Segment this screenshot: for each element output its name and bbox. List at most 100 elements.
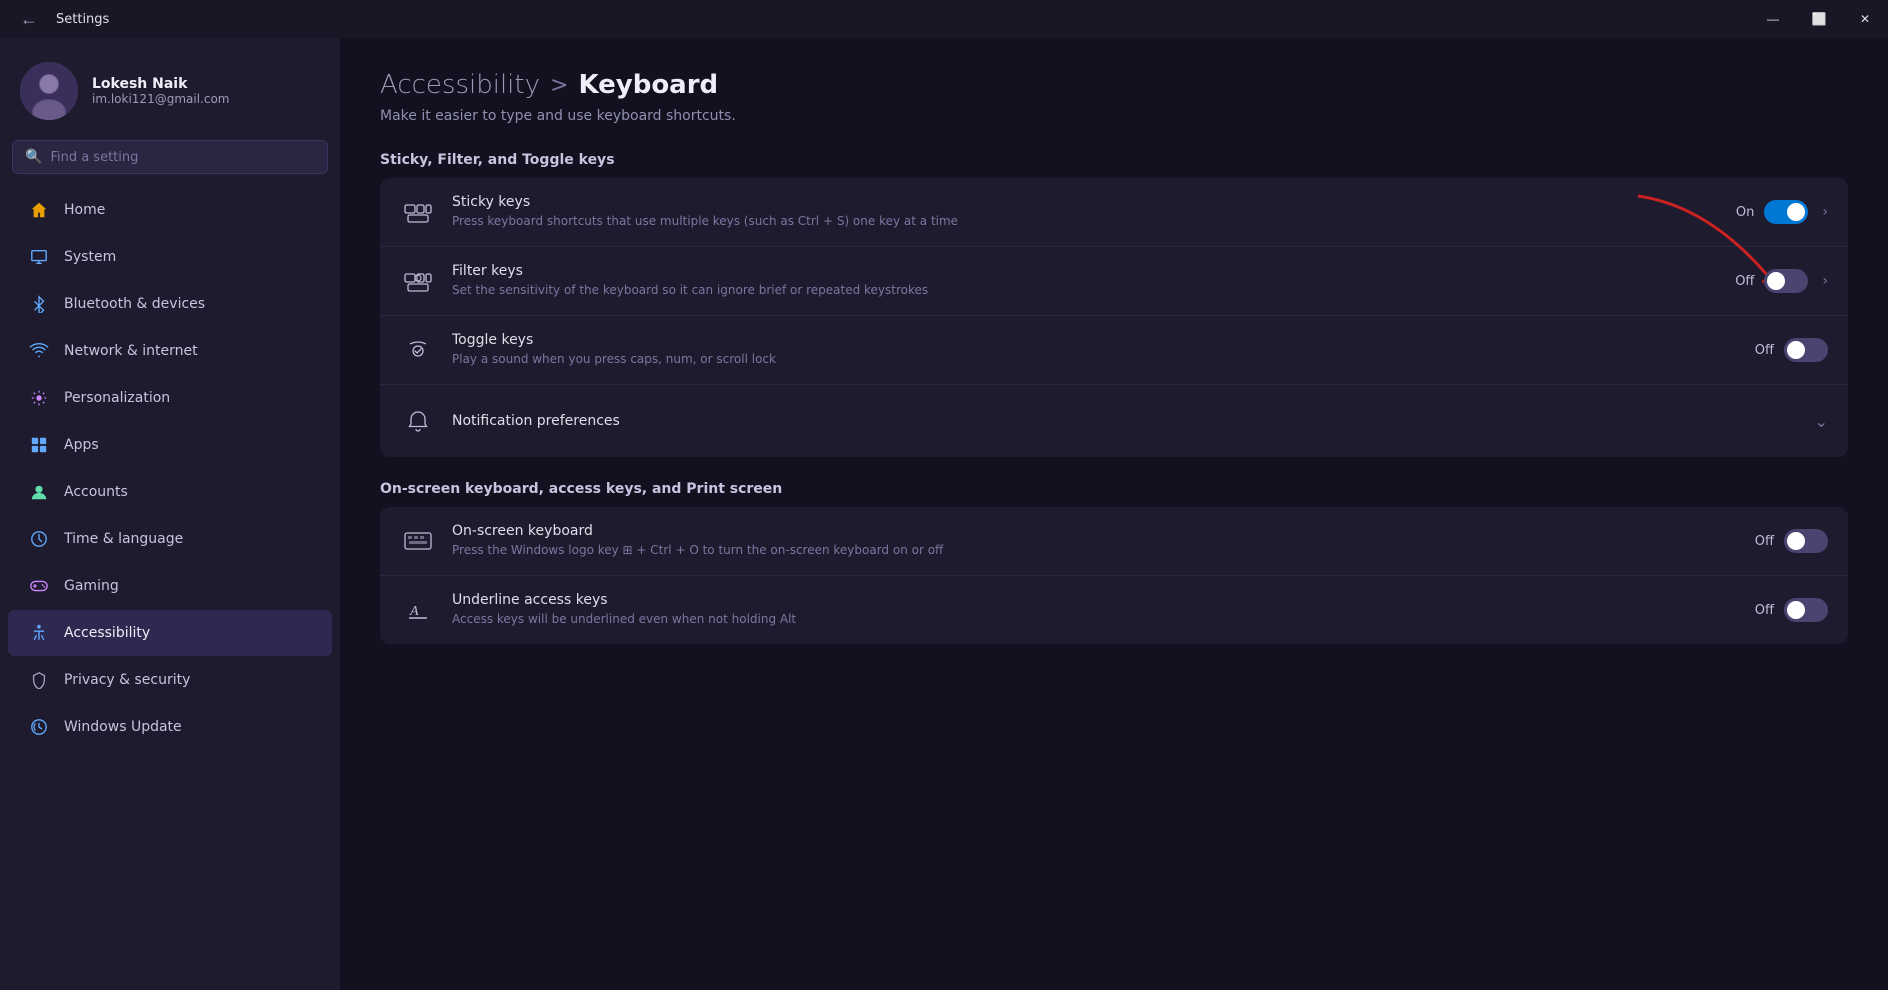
sidebar-item-accounts-label: Accounts xyxy=(64,484,128,500)
sidebar-item-home[interactable]: Home xyxy=(8,187,332,233)
on-screen-keyboard-toggle-knob xyxy=(1787,532,1805,550)
privacy-icon xyxy=(28,669,50,691)
sidebar-item-time-label: Time & language xyxy=(64,531,183,547)
sidebar-item-apps-label: Apps xyxy=(64,437,99,453)
section2-title: On-screen keyboard, access keys, and Pri… xyxy=(380,481,1848,497)
sidebar-item-accessibility[interactable]: Accessibility xyxy=(8,610,332,656)
sticky-filter-toggle-group: Sticky keys Press keyboard shortcuts tha… xyxy=(380,178,1848,457)
personalization-icon xyxy=(28,387,50,409)
user-email: im.loki121@gmail.com xyxy=(92,92,229,106)
svg-text:A: A xyxy=(409,604,419,619)
user-name: Lokesh Naik xyxy=(92,76,229,92)
sticky-keys-control: On › xyxy=(1736,200,1828,224)
search-box[interactable]: 🔍 xyxy=(12,140,328,174)
on-screen-keyboard-text: On-screen keyboard Press the Windows log… xyxy=(452,523,1739,559)
titlebar-controls: — ⬜ ✕ xyxy=(1750,0,1888,38)
maximize-button[interactable]: ⬜ xyxy=(1796,0,1842,38)
underline-access-keys-row[interactable]: A Underline access keys Access keys will… xyxy=(380,576,1848,644)
accessibility-icon xyxy=(28,622,50,644)
system-icon xyxy=(28,246,50,268)
sidebar-item-apps[interactable]: Apps xyxy=(8,422,332,468)
sticky-keys-toggle[interactable] xyxy=(1764,200,1808,224)
sidebar-item-time[interactable]: Time & language xyxy=(8,516,332,562)
breadcrumb-parent[interactable]: Accessibility xyxy=(380,70,540,100)
user-profile[interactable]: Lokesh Naik im.loki121@gmail.com xyxy=(0,38,340,140)
sidebar-item-system[interactable]: System xyxy=(8,234,332,280)
toggle-keys-status: Off xyxy=(1755,343,1774,358)
filter-keys-status: Off xyxy=(1735,274,1754,289)
toggle-keys-row[interactable]: Toggle keys Play a sound when you press … xyxy=(380,316,1848,385)
sticky-keys-row[interactable]: Sticky keys Press keyboard shortcuts tha… xyxy=(380,178,1848,247)
underline-access-keys-desc: Access keys will be underlined even when… xyxy=(452,611,1739,628)
sidebar: Lokesh Naik im.loki121@gmail.com 🔍 Home xyxy=(0,38,340,990)
time-icon xyxy=(28,528,50,550)
sidebar-item-accessibility-label: Accessibility xyxy=(64,625,150,641)
page-subtitle: Make it easier to type and use keyboard … xyxy=(380,108,1848,124)
on-screen-keyboard-row[interactable]: On-screen keyboard Press the Windows log… xyxy=(380,507,1848,576)
sidebar-item-gaming[interactable]: Gaming xyxy=(8,563,332,609)
sidebar-item-accounts[interactable]: Accounts xyxy=(8,469,332,515)
on-screen-keyboard-name: On-screen keyboard xyxy=(452,523,1739,539)
underline-access-keys-icon: A xyxy=(400,592,436,628)
on-screen-keyboard-toggle[interactable] xyxy=(1784,529,1828,553)
sticky-keys-text: Sticky keys Press keyboard shortcuts tha… xyxy=(452,194,1720,230)
on-screen-keyboard-status: Off xyxy=(1755,534,1774,549)
filter-keys-desc: Set the sensitivity of the keyboard so i… xyxy=(452,282,1719,299)
sticky-keys-toggle-knob xyxy=(1787,203,1805,221)
filter-keys-toggle-knob xyxy=(1767,272,1785,290)
on-screen-keyboard-group: On-screen keyboard Press the Windows log… xyxy=(380,507,1848,644)
underline-access-keys-status: Off xyxy=(1755,603,1774,618)
sidebar-item-bluetooth[interactable]: Bluetooth & devices xyxy=(8,281,332,327)
back-button[interactable]: ← xyxy=(12,5,46,34)
app-body: Lokesh Naik im.loki121@gmail.com 🔍 Home xyxy=(0,38,1888,990)
sidebar-nav: Home System xyxy=(0,186,340,751)
toggle-keys-name: Toggle keys xyxy=(452,332,1739,348)
sidebar-item-network[interactable]: Network & internet xyxy=(8,328,332,374)
notification-prefs-row[interactable]: Notification preferences ⌄ xyxy=(380,385,1848,457)
breadcrumb: Accessibility > Keyboard xyxy=(380,70,1848,100)
notification-prefs-label: Notification preferences xyxy=(452,413,1799,429)
underline-access-keys-toggle[interactable] xyxy=(1784,598,1828,622)
filter-keys-text: Filter keys Set the sensitivity of the k… xyxy=(452,263,1719,299)
filter-keys-chevron: › xyxy=(1822,273,1828,289)
underline-access-keys-name: Underline access keys xyxy=(452,592,1739,608)
bluetooth-icon xyxy=(28,293,50,315)
search-input[interactable] xyxy=(50,150,315,165)
titlebar: ← Settings — ⬜ ✕ xyxy=(0,0,1888,38)
filter-keys-toggle[interactable] xyxy=(1764,269,1808,293)
toggle-keys-desc: Play a sound when you press caps, num, o… xyxy=(452,351,1739,368)
sticky-keys-status: On xyxy=(1736,205,1754,220)
sticky-keys-icon xyxy=(400,194,436,230)
network-icon xyxy=(28,340,50,362)
user-info: Lokesh Naik im.loki121@gmail.com xyxy=(92,76,229,106)
sidebar-item-network-label: Network & internet xyxy=(64,343,198,359)
sticky-keys-chevron: › xyxy=(1822,204,1828,220)
apps-icon xyxy=(28,434,50,456)
sidebar-item-windows-update[interactable]: Windows Update xyxy=(8,704,332,750)
update-icon xyxy=(28,716,50,738)
sidebar-item-gaming-label: Gaming xyxy=(64,578,119,594)
toggle-keys-toggle-knob xyxy=(1787,341,1805,359)
close-button[interactable]: ✕ xyxy=(1842,0,1888,38)
sidebar-item-privacy[interactable]: Privacy & security xyxy=(8,657,332,703)
sidebar-item-privacy-label: Privacy & security xyxy=(64,672,190,688)
underline-access-keys-toggle-knob xyxy=(1787,601,1805,619)
sticky-keys-name: Sticky keys xyxy=(452,194,1720,210)
sidebar-item-personalization-label: Personalization xyxy=(64,390,170,406)
filter-keys-row[interactable]: Filter keys Set the sensitivity of the k… xyxy=(380,247,1848,316)
minimize-button[interactable]: — xyxy=(1750,0,1796,38)
sidebar-item-update-label: Windows Update xyxy=(64,719,182,735)
toggle-keys-toggle[interactable] xyxy=(1784,338,1828,362)
titlebar-left: ← Settings xyxy=(12,5,109,34)
sidebar-item-personalization[interactable]: Personalization xyxy=(8,375,332,421)
on-screen-keyboard-desc: Press the Windows logo key ⊞ + Ctrl + O … xyxy=(452,542,1739,559)
toggle-keys-control: Off xyxy=(1755,338,1828,362)
underline-access-keys-text: Underline access keys Access keys will b… xyxy=(452,592,1739,628)
on-screen-keyboard-icon xyxy=(400,523,436,559)
notification-prefs-chevron: ⌄ xyxy=(1815,412,1828,431)
section1-title: Sticky, Filter, and Toggle keys xyxy=(380,152,1848,168)
filter-keys-name: Filter keys xyxy=(452,263,1719,279)
filter-keys-icon xyxy=(400,263,436,299)
home-icon xyxy=(28,199,50,221)
on-screen-keyboard-control: Off xyxy=(1755,529,1828,553)
